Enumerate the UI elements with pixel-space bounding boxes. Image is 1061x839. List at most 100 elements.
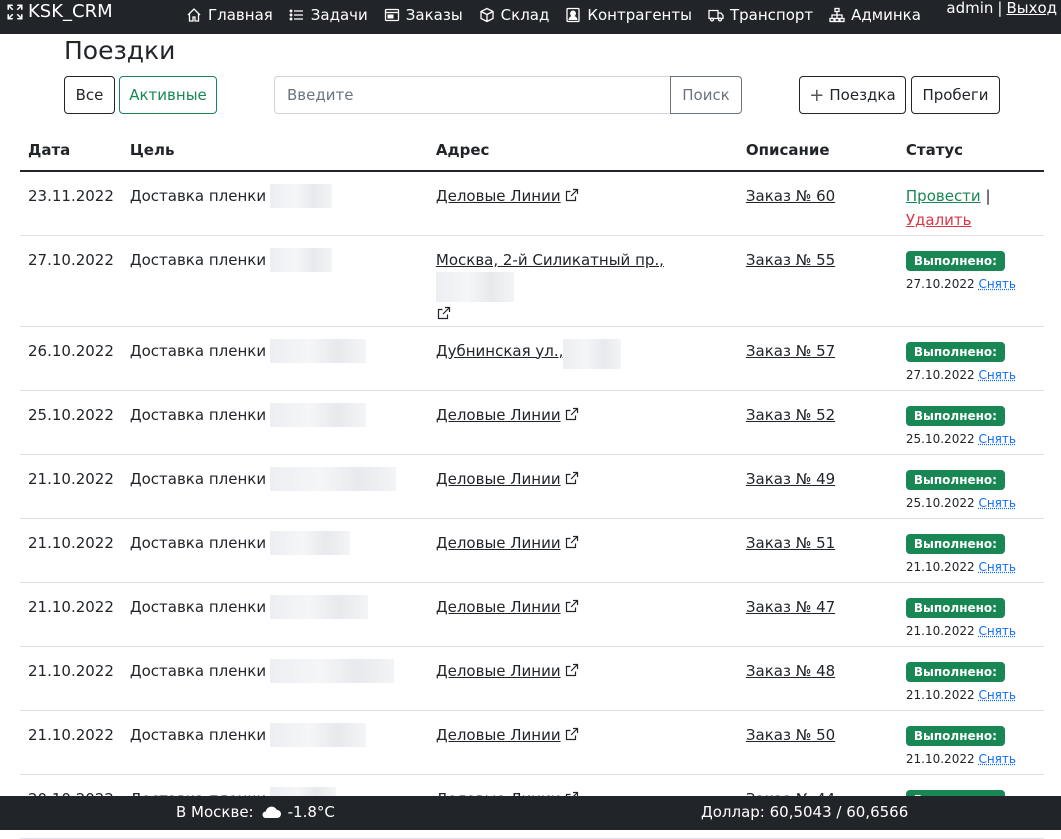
cell-status: Выполнено: 25.10.2022 Снять — [897, 454, 1044, 519]
address-link[interactable]: Деловые Линии — [436, 726, 561, 744]
nav-item-home[interactable]: Главная — [186, 6, 273, 24]
nav-item-tasks[interactable]: Задачи — [289, 6, 368, 24]
order-link[interactable]: Заказ № 52 — [746, 406, 835, 424]
logout-link[interactable]: Выход — [1006, 0, 1057, 17]
nav-label: Админка — [851, 6, 921, 24]
cell-goal: Доставка пленки — [121, 518, 428, 583]
completed-info: 25.10.2022 Снять — [906, 431, 1036, 447]
undo-link[interactable]: Снять — [978, 560, 1016, 574]
goal-text: Доставка пленки — [129, 187, 267, 205]
cell-date: 21.10.2022 — [20, 518, 122, 583]
currency-rate: Доллар: 60,5043 / 60,6566 — [701, 803, 909, 821]
undo-link[interactable]: Снять — [978, 277, 1016, 291]
filter-all-button[interactable]: Все — [64, 76, 115, 114]
search-button[interactable]: Поиск — [670, 76, 742, 114]
cell-goal: Доставка пленки — [121, 646, 428, 711]
address-link[interactable]: Деловые Линии — [436, 406, 561, 424]
address-link[interactable]: Деловые Линии — [436, 598, 561, 616]
undo-link[interactable]: Снять — [978, 496, 1016, 510]
cloud-icon — [262, 806, 281, 818]
cell-goal: Доставка пленки — [121, 710, 428, 775]
conduct-link[interactable]: Провести — [906, 187, 981, 205]
nav-item-transport[interactable]: Транспорт — [708, 6, 813, 24]
address-link[interactable]: Деловые Линии — [436, 662, 561, 680]
order-link[interactable]: Заказ № 60 — [746, 187, 835, 205]
completed-info: 25.10.2022 Снять — [906, 495, 1036, 511]
goal-text: Доставка пленки — [129, 725, 267, 744]
cell-description: Заказ № 60 — [737, 171, 898, 236]
brand[interactable]: KSK_CRM — [6, 1, 113, 22]
redacted-block — [270, 594, 369, 619]
cell-address: Деловые Линии — [427, 454, 738, 519]
undo-link[interactable]: Снять — [978, 624, 1016, 638]
redacted-block — [435, 271, 514, 302]
nav-label: Задачи — [310, 6, 368, 24]
order-link[interactable]: Заказ № 49 — [746, 470, 835, 488]
cell-status: Выполнено: 21.10.2022 Снять — [897, 582, 1044, 647]
order-link[interactable]: Заказ № 57 — [746, 342, 835, 360]
order-link[interactable]: Заказ № 51 — [746, 534, 835, 552]
table-header-row: Дата Цель Адрес Описание Статус — [20, 130, 1044, 172]
add-trip-label: Поездка — [829, 86, 896, 104]
window-icon — [384, 8, 399, 22]
cell-description: Заказ № 57 — [737, 326, 898, 391]
external-link-icon[interactable] — [436, 305, 452, 321]
truck-icon — [708, 9, 724, 22]
address-link[interactable]: Москва, 2-й Силикатный пр., — [436, 251, 664, 269]
redacted-block — [270, 247, 333, 272]
fullscreen-icon — [7, 3, 23, 20]
address-link[interactable]: Дубнинская ул., — [436, 342, 564, 360]
completed-date: 27.10.2022 — [905, 276, 975, 291]
address-link[interactable]: Деловые Линии — [436, 470, 561, 488]
weather-widget: В Москве: -1.8°C — [176, 803, 335, 821]
undo-link[interactable]: Снять — [978, 368, 1016, 382]
runs-button[interactable]: Пробеги — [911, 76, 1000, 114]
address-link[interactable]: Деловые Линии — [436, 187, 561, 205]
cell-goal: Доставка пленки — [121, 390, 428, 455]
nav-item-warehouse[interactable]: Склад — [479, 6, 549, 24]
table-row: 27.10.2022 Доставка пленки Москва, 2-й Сил… — [20, 235, 1044, 327]
cell-goal: Доставка пленки — [121, 171, 428, 236]
cell-address: Деловые Линии — [427, 582, 738, 647]
undo-link[interactable]: Снять — [978, 752, 1016, 766]
status-badge: Выполнено: — [905, 341, 1005, 362]
cell-goal: Доставка пленки — [121, 235, 428, 327]
trips-table: Дата Цель Адрес Описание Статус 23.11.20… — [20, 130, 1044, 839]
order-link[interactable]: Заказ № 48 — [746, 662, 835, 680]
cell-address: Деловые Линии — [427, 646, 738, 711]
order-link[interactable]: Заказ № 50 — [746, 726, 835, 744]
cell-status: Выполнено: 25.10.2022 Снять — [897, 390, 1044, 455]
house-icon — [187, 8, 201, 22]
address-link[interactable]: Деловые Линии — [436, 534, 561, 552]
cell-goal: Доставка пленки — [121, 582, 428, 647]
nav-label: Заказы — [405, 6, 463, 24]
search-input[interactable] — [274, 76, 672, 114]
status-badge: Выполнено: — [905, 661, 1005, 682]
external-link-icon — [565, 188, 578, 202]
weather-label: В Москве: — [176, 803, 254, 821]
order-link[interactable]: Заказ № 55 — [746, 251, 835, 269]
undo-link[interactable]: Снять — [978, 432, 1016, 446]
order-link[interactable]: Заказ № 47 — [746, 598, 835, 616]
nav-item-admin[interactable]: Админка — [829, 6, 921, 24]
nav-item-contractors[interactable]: Контрагенты — [565, 6, 692, 24]
cell-description: Заказ № 50 — [737, 710, 898, 775]
redacted-block — [270, 530, 351, 555]
delete-link[interactable]: Удалить — [906, 211, 972, 229]
completed-date: 25.10.2022 — [905, 431, 975, 446]
completed-info: 27.10.2022 Снять — [906, 276, 1036, 292]
redacted-block — [563, 338, 622, 369]
goal-text: Доставка пленки — [129, 533, 267, 552]
nav-item-orders[interactable]: Заказы — [384, 6, 463, 24]
goal-text: Доставка пленки — [129, 250, 267, 269]
cell-address: Деловые Линии — [427, 390, 738, 455]
cell-status: Выполнено: 27.10.2022 Снять — [897, 326, 1044, 391]
status-badge: Выполнено: — [905, 469, 1005, 490]
plus-icon: + — [809, 84, 825, 106]
external-link-icon — [565, 663, 578, 676]
filter-active-button[interactable]: Активные — [119, 76, 217, 114]
add-trip-button[interactable]: + Поездка — [799, 76, 906, 114]
cell-description: Заказ № 48 — [737, 646, 898, 711]
cell-address: Москва, 2-й Силикатный пр., — [427, 235, 738, 327]
undo-link[interactable]: Снять — [978, 688, 1016, 702]
